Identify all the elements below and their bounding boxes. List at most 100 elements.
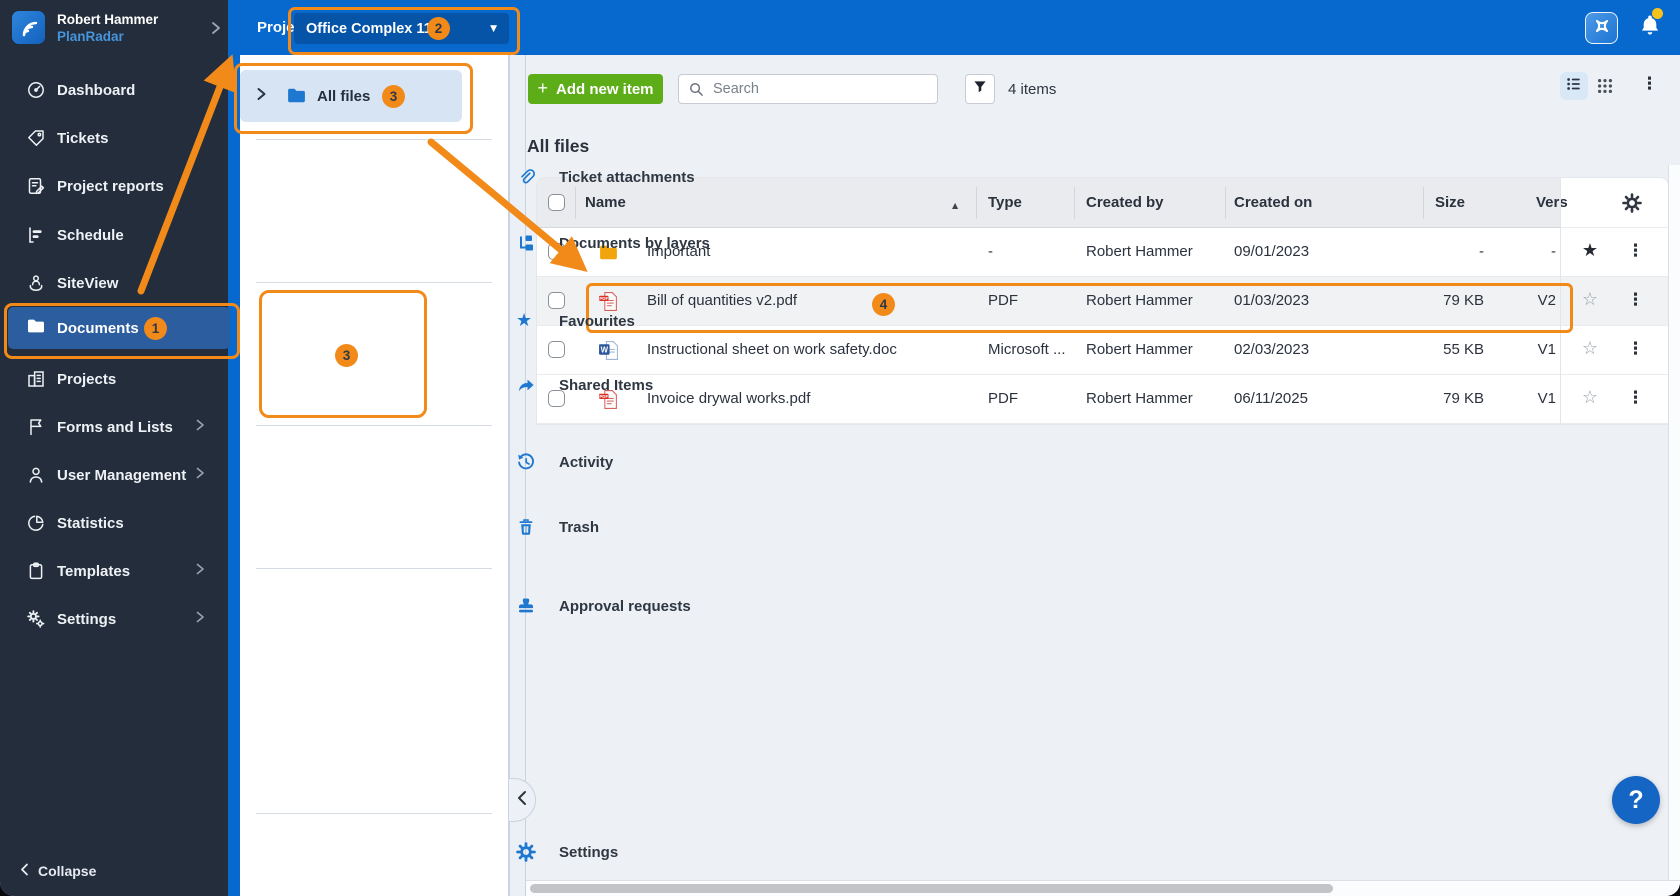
sidebar-item-label: User Management (57, 466, 187, 484)
row-menu-button[interactable] (1627, 388, 1644, 408)
row-checkbox[interactable] (548, 292, 565, 309)
panel-item-approval-requests[interactable]: Approval requests (240, 586, 691, 626)
share-arrow-icon (516, 375, 536, 395)
panel-item-shared-items[interactable]: Shared Items (240, 365, 653, 405)
column-header-version[interactable]: Vers (1536, 194, 1568, 211)
column-header-name[interactable]: Name (585, 194, 626, 211)
header-divider (575, 187, 576, 219)
horizontal-scrollbar-thumb[interactable] (530, 884, 1333, 893)
file-type: PDF (988, 292, 1018, 309)
panel-item-favourites[interactable]: ★ Favourites (240, 301, 635, 341)
annotation-badge-3: 3 (382, 84, 405, 108)
project-dropdown[interactable]: Office Complex 11 2 ▼ (294, 13, 509, 44)
file-version: - (1551, 243, 1556, 260)
file-name[interactable]: Invoice drywal works.pdf (647, 390, 810, 407)
more-options-button[interactable] (1641, 74, 1658, 94)
row-menu-button[interactable] (1627, 241, 1644, 261)
shared-items-label: Shared Items (559, 376, 654, 394)
sidebar-item-label: Forms and Lists (57, 418, 173, 436)
chevron-right-icon (196, 418, 205, 436)
app-switcher-button[interactable] (1585, 12, 1618, 44)
grid-view-icon (1596, 78, 1614, 99)
grid-view-button[interactable] (1596, 77, 1614, 95)
chevron-right-icon (196, 562, 205, 580)
flag-icon (26, 417, 46, 437)
planradar-logo[interactable] (12, 11, 45, 44)
sidebar-item-label: Project reports (57, 177, 164, 195)
user-name: Robert Hammer (57, 12, 159, 27)
file-created-on: 01/03/2023 (1234, 292, 1310, 309)
help-button[interactable]: ? (1612, 776, 1660, 824)
row-checkbox[interactable] (548, 341, 565, 358)
project-name: Office Complex 11 (306, 20, 432, 37)
sidebar-item-label: Tickets (57, 129, 109, 147)
chevron-right-icon[interactable] (211, 21, 221, 40)
sidebar-item-settings[interactable]: Settings (0, 597, 228, 641)
file-size: 79 KB (1443, 292, 1484, 309)
plus-icon: + (537, 77, 548, 98)
star-filled-icon[interactable] (1580, 240, 1600, 261)
column-header-created-by[interactable]: Created by (1086, 194, 1164, 211)
siteview-person-icon (26, 273, 46, 293)
file-size: 79 KB (1443, 390, 1484, 407)
stamp-icon (516, 596, 536, 616)
sidebar-collapse-button[interactable]: Collapse (20, 858, 96, 884)
list-view-button[interactable] (1560, 72, 1588, 100)
header-divider (1225, 187, 1226, 219)
file-name[interactable]: Instructional sheet on work safety.doc (647, 341, 897, 358)
table-row[interactable]: PDF Bill of quantities v2.pdf PDF Robert… (537, 277, 1668, 326)
file-type: PDF (988, 390, 1018, 407)
sidebar-item-schedule[interactable]: Schedule (0, 213, 228, 257)
buildings-icon (26, 369, 46, 389)
star-icon[interactable] (1580, 387, 1600, 408)
sidebar-item-dashboard[interactable]: Dashboard (0, 68, 228, 112)
row-menu-button[interactable] (1627, 290, 1644, 310)
sidebar-item-forms-and-lists[interactable]: Forms and Lists (0, 405, 228, 449)
select-all-checkbox[interactable] (548, 194, 565, 211)
sidebar-item-user-management[interactable]: User Management (0, 453, 228, 497)
sidebar-item-project-reports[interactable]: Project reports (0, 164, 228, 208)
sidebar-item-statistics[interactable]: Statistics (0, 501, 228, 545)
file-name[interactable]: Bill of quantities v2.pdf (647, 292, 797, 309)
table-row[interactable]: W Instructional sheet on work safety.doc… (537, 326, 1668, 375)
star-icon[interactable] (1580, 338, 1600, 359)
chevron-right-icon[interactable] (256, 87, 267, 106)
table-header (537, 178, 1560, 228)
search-input[interactable] (711, 80, 937, 98)
add-new-item-button[interactable]: + Add new item (528, 74, 663, 104)
vertical-scrollbar-track[interactable] (1668, 165, 1680, 880)
gear-icon (516, 842, 536, 862)
filter-button[interactable] (965, 74, 995, 104)
panel-item-trash[interactable]: Trash (240, 507, 599, 547)
word-file-icon: W (598, 340, 619, 361)
file-version: V1 (1537, 390, 1556, 407)
panel-item-activity[interactable]: Activity (240, 442, 613, 482)
file-type: Microsoft ... (988, 341, 1066, 358)
column-header-type[interactable]: Type (988, 194, 1022, 211)
panel-item-all-files[interactable]: All files 3 (240, 70, 462, 122)
star-icon[interactable] (1580, 289, 1600, 310)
file-created-on: 09/01/2023 (1234, 243, 1310, 260)
all-files-label: All files (317, 87, 371, 105)
sidebar-item-projects[interactable]: Projects (0, 357, 228, 401)
svg-text:PDF: PDF (599, 394, 608, 399)
sort-ascending-icon[interactable] (952, 195, 958, 213)
gears-icon (26, 609, 46, 629)
clipboard-icon (26, 561, 46, 581)
sidebar-item-templates[interactable]: Templates (0, 549, 228, 593)
header-divider (976, 187, 977, 219)
svg-text:W: W (601, 346, 609, 355)
chevron-left-icon (517, 790, 527, 811)
column-header-created-on[interactable]: Created on (1234, 194, 1312, 211)
column-header-size[interactable]: Size (1435, 194, 1465, 211)
sidebar-item-tickets[interactable]: Tickets (0, 116, 228, 160)
table-row[interactable]: PDF Invoice drywal works.pdf PDF Robert … (537, 375, 1668, 424)
sidebar-item-siteview[interactable]: SiteView (0, 261, 228, 305)
column-settings-gear-icon[interactable] (1622, 193, 1642, 218)
row-menu-button[interactable] (1627, 339, 1644, 359)
file-type: - (988, 243, 993, 260)
panel-item-documents-by-layers[interactable]: Documents by layers (240, 223, 710, 263)
sidebar-item-documents[interactable]: Documents 1 (8, 307, 230, 349)
panel-item-ticket-attachments[interactable]: Ticket attachments (240, 157, 695, 197)
panel-item-settings[interactable]: Settings (240, 832, 618, 872)
